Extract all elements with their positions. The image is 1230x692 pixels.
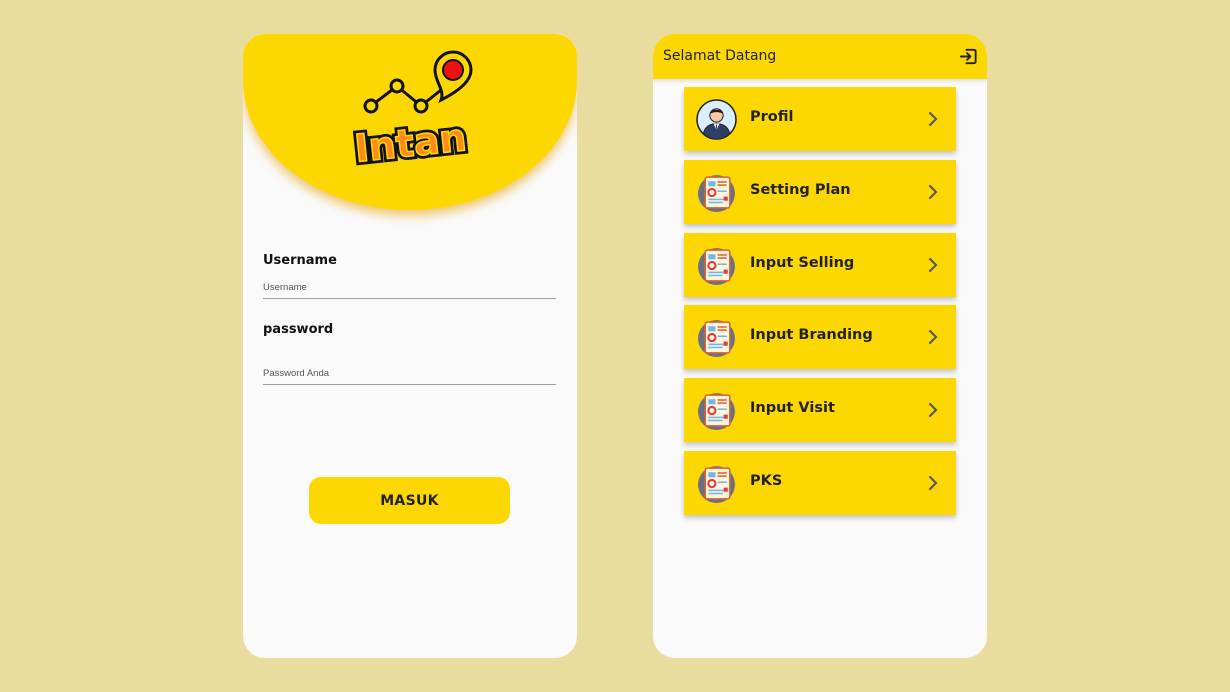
chevron-right-icon <box>928 184 938 200</box>
menu-item-label: PKS <box>750 473 783 489</box>
password-label: password <box>263 322 334 337</box>
menu-item-label: Input Selling <box>750 255 855 271</box>
report-document-icon <box>698 175 735 212</box>
menu-item-input-selling[interactable]: Input Selling <box>684 233 956 297</box>
menu-item-setting-plan[interactable]: Setting Plan <box>684 160 956 224</box>
username-label: Username <box>263 253 337 268</box>
password-input[interactable] <box>263 362 556 385</box>
report-document-icon <box>698 466 735 503</box>
logout-icon[interactable] <box>959 47 978 66</box>
report-document-icon <box>698 320 735 357</box>
menu-item-label: Input Visit <box>750 400 835 416</box>
masuk-button[interactable]: MASUK <box>309 477 510 524</box>
chevron-right-icon <box>928 257 938 273</box>
menu-item-label: Input Branding <box>750 327 873 343</box>
menu-screen: Selamat Datang Profil Setting Plan Input… <box>653 34 987 658</box>
menu-item-input-visit[interactable]: Input Visit <box>684 378 956 442</box>
report-document-icon <box>698 248 735 285</box>
app-bar-title: Selamat Datang <box>663 48 777 64</box>
chevron-right-icon <box>928 111 938 127</box>
svg-text:Intan: Intan <box>352 115 468 168</box>
report-document-icon <box>698 393 735 430</box>
menu-item-pks[interactable]: PKS <box>684 451 956 515</box>
menu-item-label: Setting Plan <box>750 182 851 198</box>
login-header: Intan Intan <box>243 34 577 210</box>
user-avatar-icon <box>696 99 737 140</box>
chevron-right-icon <box>928 475 938 491</box>
app-bar: Selamat Datang <box>653 34 987 79</box>
intan-logo: Intan Intan <box>349 50 473 168</box>
login-screen: Intan Intan Username password MASUK <box>243 34 577 658</box>
menu-item-input-branding[interactable]: Input Branding <box>684 305 956 369</box>
menu-item-label: Profil <box>750 109 794 125</box>
chevron-right-icon <box>928 329 938 345</box>
username-input[interactable] <box>263 276 556 299</box>
chevron-right-icon <box>928 402 938 418</box>
menu-item-profil[interactable]: Profil <box>684 87 956 151</box>
